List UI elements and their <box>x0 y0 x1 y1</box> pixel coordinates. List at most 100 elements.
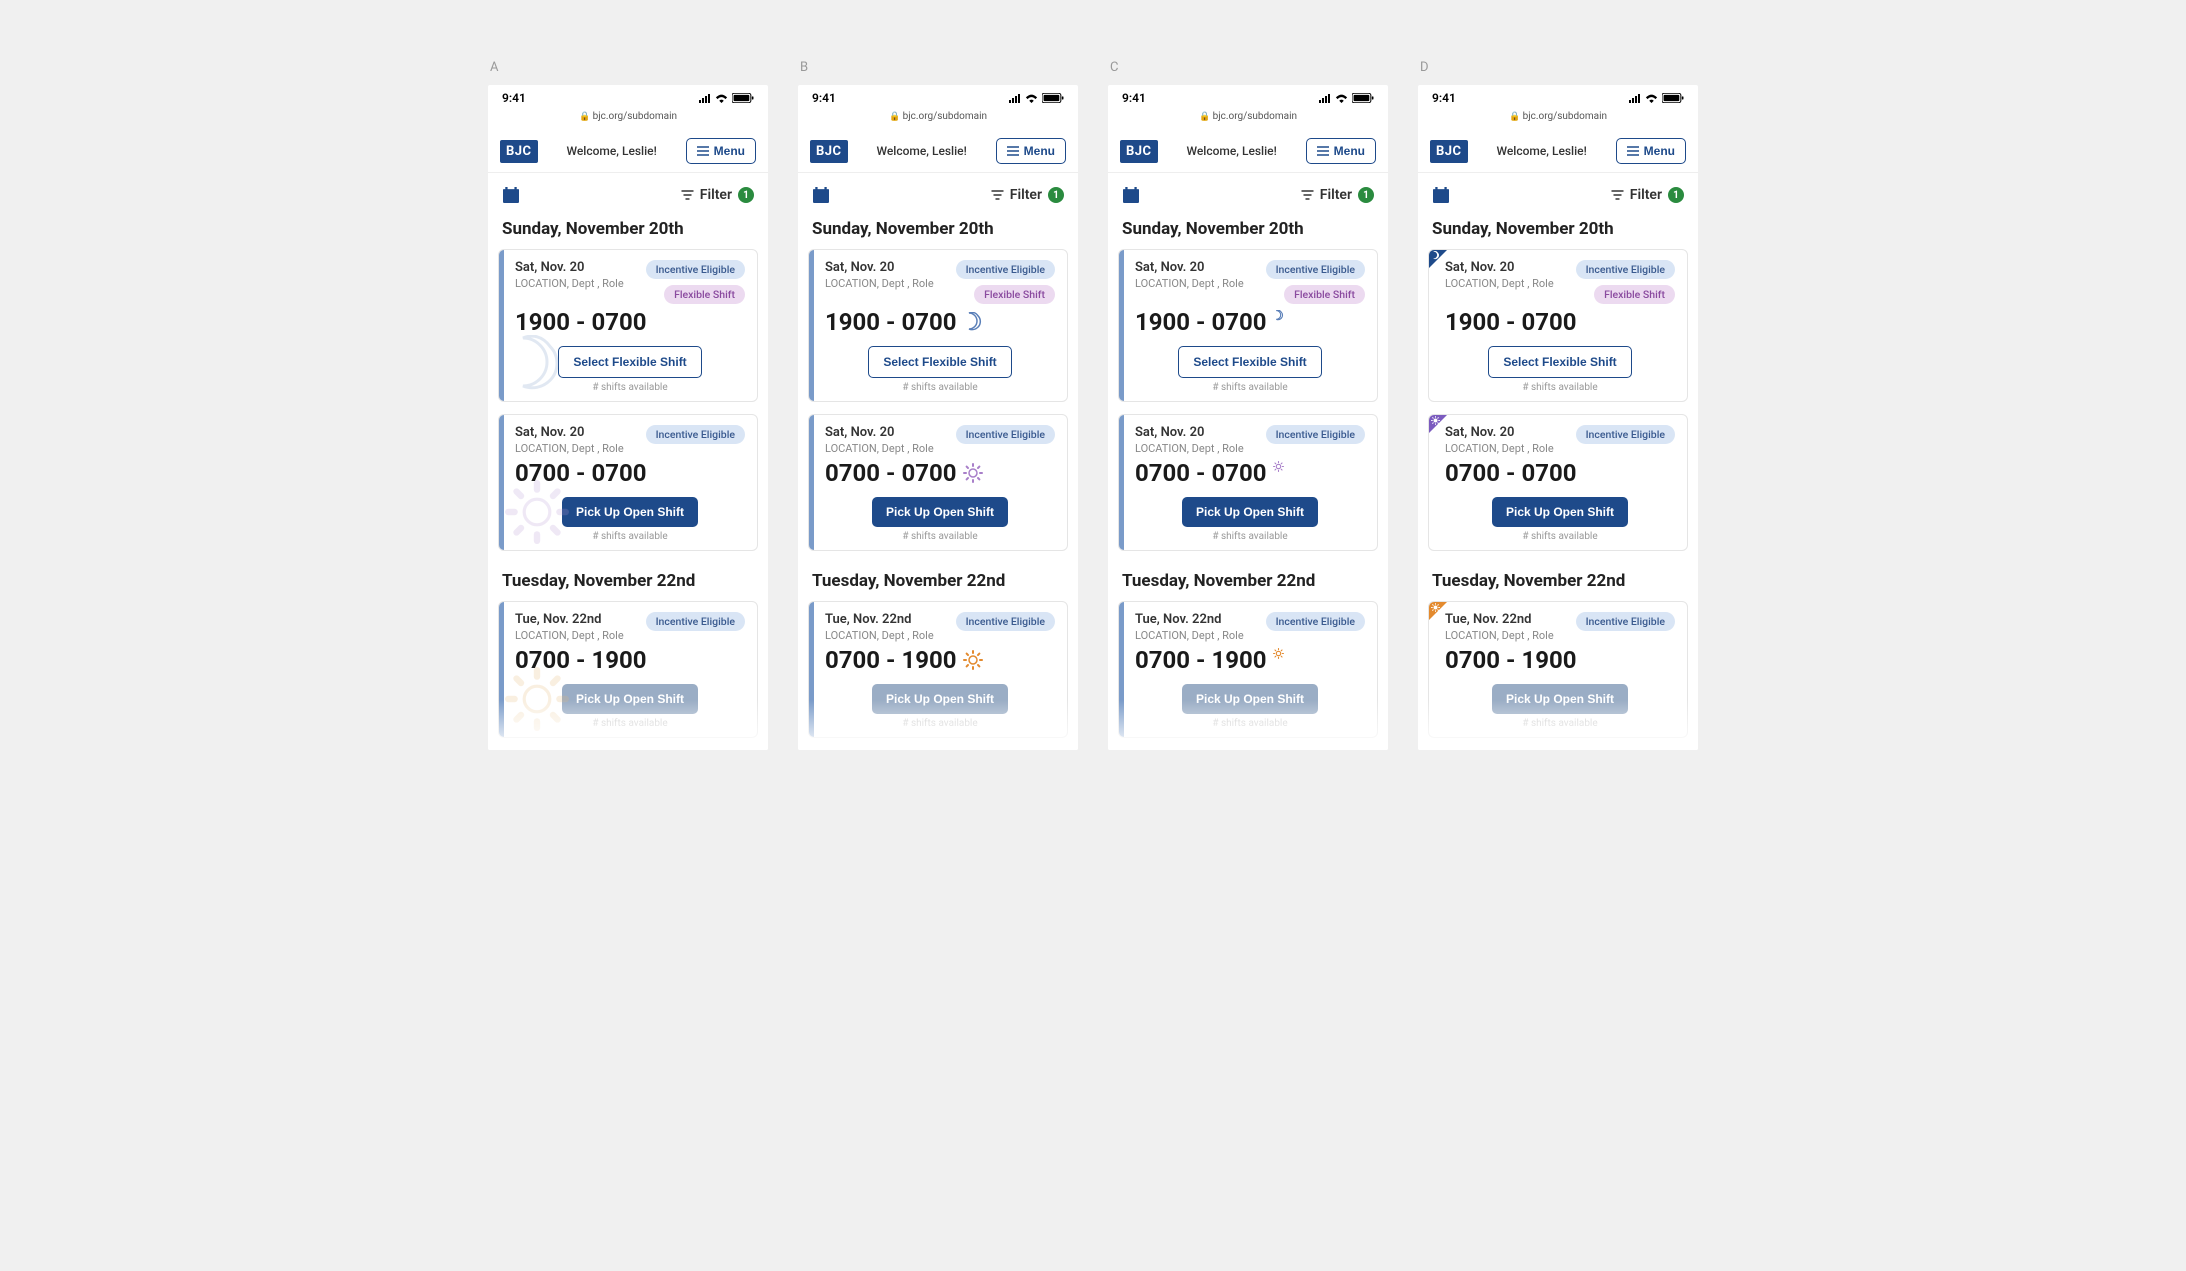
shift-date: Tue, Nov. 22nd <box>1135 612 1244 627</box>
pick-up-shift-button[interactable]: Pick Up Open Shift <box>872 497 1008 527</box>
hamburger-icon <box>697 146 709 156</box>
corner-ribbon-icon <box>1429 602 1447 620</box>
lock-icon: 🔒 <box>889 112 900 122</box>
filter-count-badge: 1 <box>1668 187 1684 203</box>
pick-up-shift-button[interactable]: Pick Up Open Shift <box>1492 684 1628 714</box>
shifts-available-label: # shifts available <box>825 382 1055 393</box>
shift-card: Sat, Nov. 20 LOCATION, Dept , Role Incen… <box>498 414 758 551</box>
filter-icon <box>681 190 694 200</box>
signal-icon <box>1318 94 1331 103</box>
pick-up-shift-button[interactable]: Pick Up Open Shift <box>1182 497 1318 527</box>
shift-time: 0700 - 0700 <box>1135 459 1365 487</box>
filter-button[interactable]: Filter 1 <box>681 187 754 203</box>
lock-icon: 🔒 <box>579 112 590 122</box>
filter-icon <box>1611 190 1624 200</box>
shift-card: Tue, Nov. 22nd LOCATION, Dept , Role Inc… <box>808 601 1068 738</box>
welcome-text: Welcome, Leslie! <box>1496 144 1586 158</box>
shifts-available-label: # shifts available <box>1135 382 1365 393</box>
shift-time: 0700 - 1900 <box>515 646 745 674</box>
day-header: Sunday, November 20th <box>1418 211 1698 249</box>
app-header: BJC Welcome, Leslie! Menu <box>798 130 1078 173</box>
signal-icon <box>1008 94 1021 103</box>
calendar-icon[interactable] <box>1122 187 1140 203</box>
day-header: Tuesday, November 22nd <box>798 563 1078 601</box>
corner-ribbon-icon <box>1429 415 1447 433</box>
shift-time: 1900 - 0700 <box>515 308 745 336</box>
incentive-badge: Incentive Eligible <box>646 425 745 444</box>
status-bar: 9:41 <box>1108 85 1388 107</box>
sun-icon <box>1273 648 1284 659</box>
shifts-available-label: # shifts available <box>825 531 1055 542</box>
flexible-shift-badge: Flexible Shift <box>664 285 745 304</box>
flexible-shift-badge: Flexible Shift <box>974 285 1055 304</box>
pick-up-shift-button[interactable]: Pick Up Open Shift <box>1492 497 1628 527</box>
day-header: Sunday, November 20th <box>488 211 768 249</box>
pick-up-shift-button[interactable]: Pick Up Open Shift <box>1182 684 1318 714</box>
select-flexible-shift-button[interactable]: Select Flexible Shift <box>868 346 1011 378</box>
variant-label: D <box>1418 60 1698 75</box>
shift-date: Sat, Nov. 20 <box>1445 425 1554 440</box>
shift-meta: LOCATION, Dept , Role <box>1135 442 1244 455</box>
menu-button[interactable]: Menu <box>1616 138 1686 164</box>
pick-up-shift-button[interactable]: Pick Up Open Shift <box>872 684 1008 714</box>
shift-date: Tue, Nov. 22nd <box>515 612 624 627</box>
logo: BJC <box>1120 140 1158 163</box>
shift-date: Sat, Nov. 20 <box>515 260 624 275</box>
select-flexible-shift-button[interactable]: Select Flexible Shift <box>558 346 701 378</box>
shift-card: Sat, Nov. 20 LOCATION, Dept , Role Incen… <box>1118 414 1378 551</box>
hamburger-icon <box>1627 146 1639 156</box>
wifi-icon <box>1645 94 1658 103</box>
variant-label: A <box>488 60 768 75</box>
menu-button[interactable]: Menu <box>996 138 1066 164</box>
filter-icon <box>991 190 1004 200</box>
filter-count-badge: 1 <box>1048 187 1064 203</box>
calendar-icon[interactable] <box>502 187 520 203</box>
status-time: 9:41 <box>1432 91 1456 105</box>
app-header: BJC Welcome, Leslie! Menu <box>488 130 768 173</box>
shift-time: 0700 - 1900 <box>1445 646 1675 674</box>
incentive-badge: Incentive Eligible <box>956 260 1055 279</box>
shift-time: 0700 - 0700 <box>825 459 1055 487</box>
status-time: 9:41 <box>812 91 836 105</box>
signal-icon <box>698 94 711 103</box>
incentive-badge: Incentive Eligible <box>646 260 745 279</box>
pick-up-shift-button[interactable]: Pick Up Open Shift <box>562 684 698 714</box>
shift-time: 1900 - 0700 <box>1135 308 1365 336</box>
calendar-icon[interactable] <box>812 187 830 203</box>
shift-card: Tue, Nov. 22nd LOCATION, Dept , Role Inc… <box>1428 601 1688 738</box>
app-header: BJC Welcome, Leslie! Menu <box>1108 130 1388 173</box>
menu-button[interactable]: Menu <box>1306 138 1376 164</box>
phone-frame: 9:41 🔒 bjc.org/subdomain BJC Welcome, Le… <box>798 85 1078 750</box>
battery-icon <box>1352 93 1374 103</box>
filter-button[interactable]: Filter 1 <box>991 187 1064 203</box>
app-header: BJC Welcome, Leslie! Menu <box>1418 130 1698 173</box>
incentive-badge: Incentive Eligible <box>1266 612 1365 631</box>
filter-button[interactable]: Filter 1 <box>1611 187 1684 203</box>
shift-card: Sat, Nov. 20 LOCATION, Dept , Role Incen… <box>1428 249 1688 402</box>
browser-url: 🔒 bjc.org/subdomain <box>1108 107 1388 130</box>
phone-frame: 9:41 🔒 bjc.org/subdomain BJC Welcome, Le… <box>488 85 768 750</box>
shift-card: Sat, Nov. 20 LOCATION, Dept , Role Incen… <box>1118 249 1378 402</box>
incentive-badge: Incentive Eligible <box>956 612 1055 631</box>
shift-time: 0700 - 0700 <box>515 459 745 487</box>
day-header: Tuesday, November 22nd <box>488 563 768 601</box>
welcome-text: Welcome, Leslie! <box>566 144 656 158</box>
status-bar: 9:41 <box>1418 85 1698 107</box>
shift-time: 1900 - 0700 <box>1445 308 1675 336</box>
day-header: Sunday, November 20th <box>1108 211 1388 249</box>
menu-button[interactable]: Menu <box>686 138 756 164</box>
variant-label: C <box>1108 60 1388 75</box>
select-flexible-shift-button[interactable]: Select Flexible Shift <box>1488 346 1631 378</box>
status-bar: 9:41 <box>798 85 1078 107</box>
shifts-available-label: # shifts available <box>1445 531 1675 542</box>
wifi-icon <box>1335 94 1348 103</box>
select-flexible-shift-button[interactable]: Select Flexible Shift <box>1178 346 1321 378</box>
logo: BJC <box>500 140 538 163</box>
battery-icon <box>732 93 754 103</box>
calendar-icon[interactable] <box>1432 187 1450 203</box>
incentive-badge: Incentive Eligible <box>1576 425 1675 444</box>
shift-meta: LOCATION, Dept , Role <box>515 629 624 642</box>
pick-up-shift-button[interactable]: Pick Up Open Shift <box>562 497 698 527</box>
shifts-available-label: # shifts available <box>515 382 745 393</box>
filter-button[interactable]: Filter 1 <box>1301 187 1374 203</box>
